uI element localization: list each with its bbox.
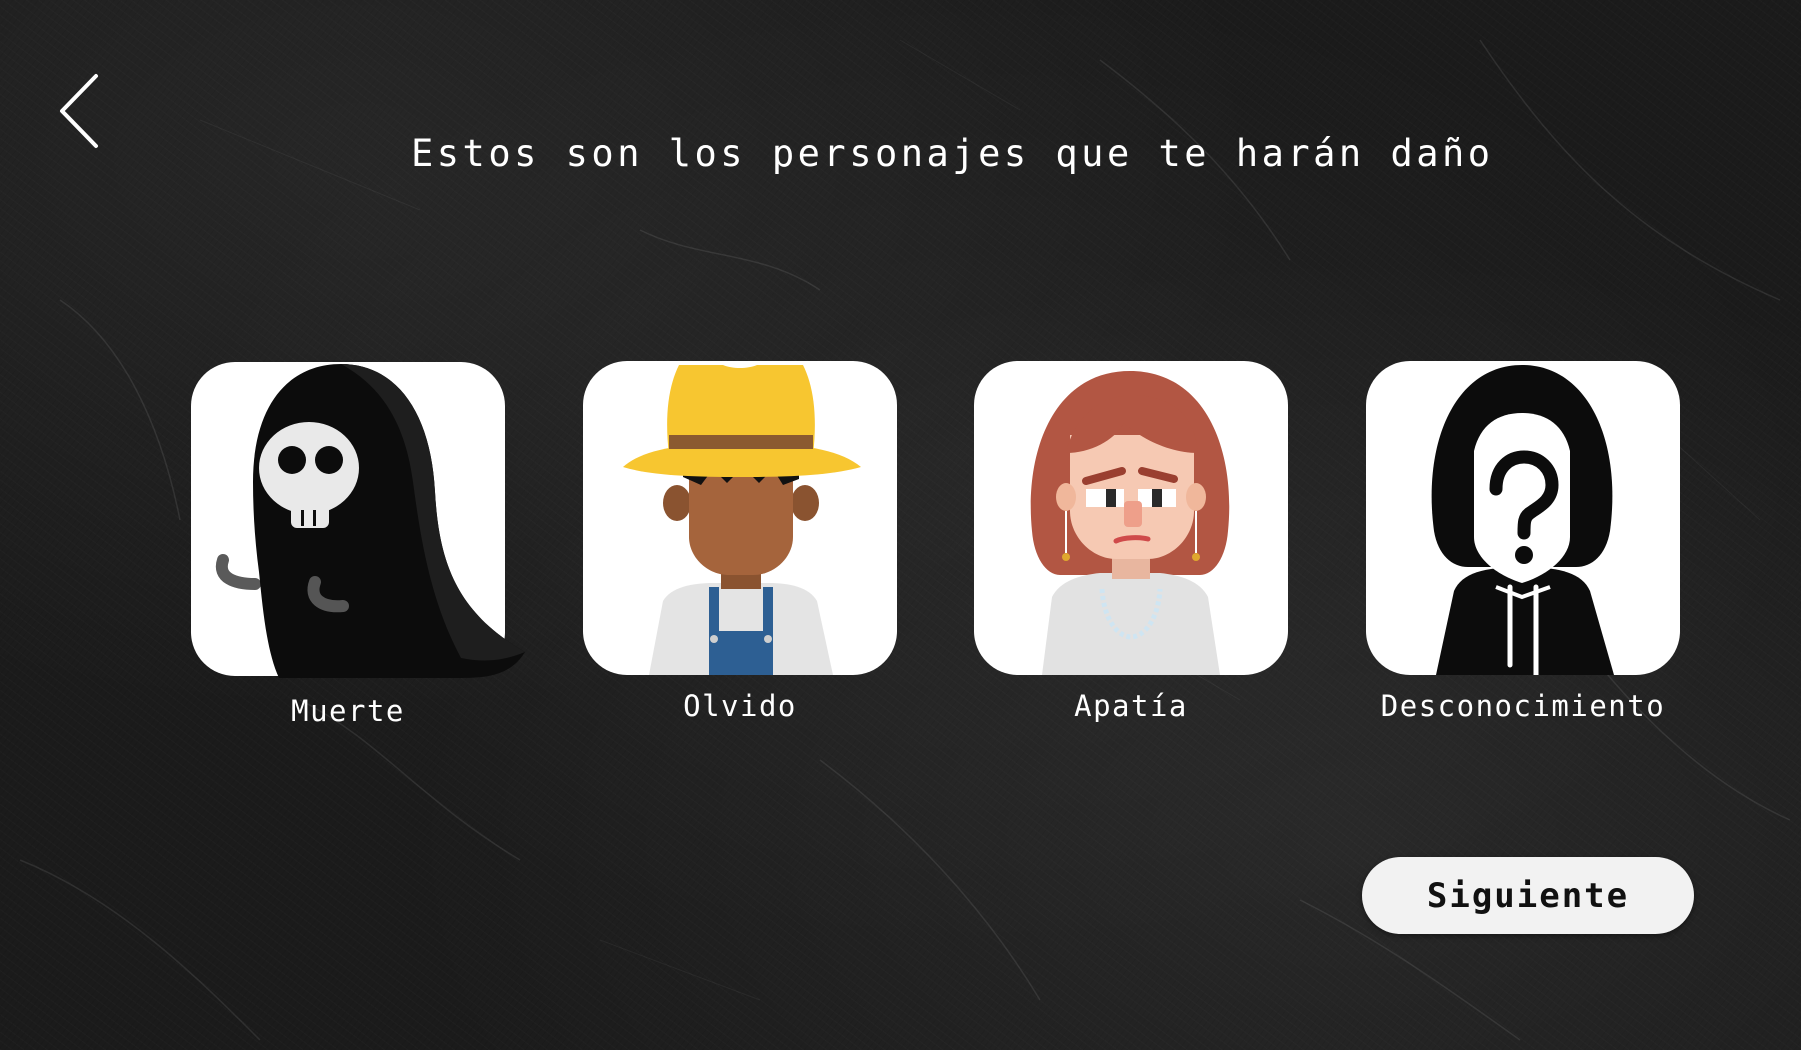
- chevron-left-icon: [60, 74, 98, 148]
- character-label-apatia: Apatía: [1074, 689, 1188, 723]
- next-button[interactable]: Siguiente: [1362, 857, 1694, 934]
- woman-avatar: [1030, 371, 1230, 675]
- character-card-olvido[interactable]: Olvido: [583, 361, 897, 723]
- back-button[interactable]: [48, 66, 108, 150]
- hooded-question-avatar: [1431, 365, 1614, 675]
- character-label-desconocimiento: Desconocimiento: [1380, 689, 1666, 723]
- page-title: Estos son los personajes que te harán da…: [411, 132, 1494, 175]
- character-label-muerte: Muerte: [291, 694, 405, 728]
- character-label-olvido: Olvido: [683, 689, 797, 723]
- character-card-muerte[interactable]: Muerte: [191, 362, 525, 728]
- character-card-desconocimiento[interactable]: Desconocimiento: [1366, 361, 1680, 723]
- farmer-avatar: [623, 365, 861, 675]
- grim-reaper-avatar: [215, 364, 525, 678]
- character-card-apatia[interactable]: Apatía: [974, 361, 1288, 723]
